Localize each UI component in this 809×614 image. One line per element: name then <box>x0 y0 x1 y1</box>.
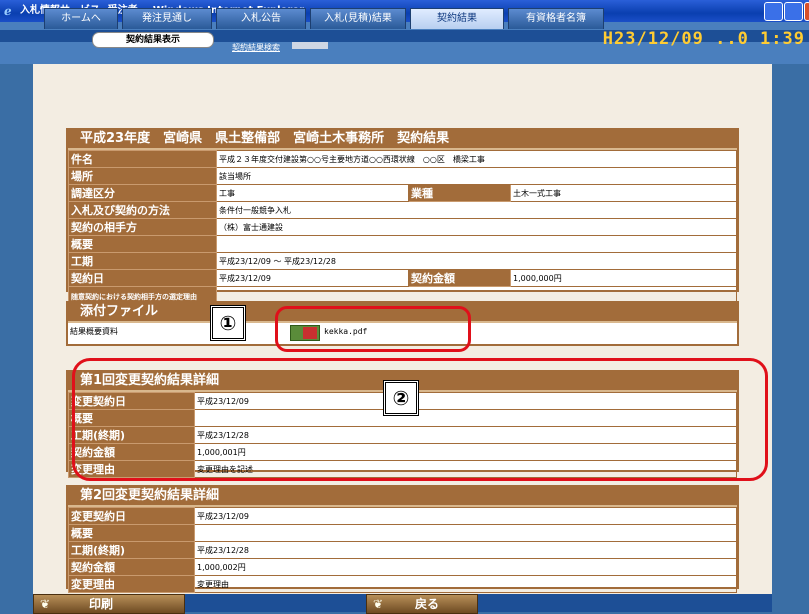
row-label: 調達区分 <box>68 184 217 202</box>
row-label: 場所 <box>68 167 217 185</box>
row-value: 変更理由 <box>194 575 737 593</box>
maximize-button[interactable] <box>784 2 803 21</box>
minimize-button[interactable] <box>764 2 783 21</box>
row-label: 工期(終期) <box>68 541 195 559</box>
close-button[interactable] <box>804 2 809 21</box>
row-label: 概要 <box>68 235 217 253</box>
attachment-label: 結果概要資料 <box>70 327 118 336</box>
table-row: 入札及び契約の方法 条件付一般競争入札 <box>68 201 737 219</box>
row-value <box>216 235 737 253</box>
tab-bid-results[interactable]: 入札(見積)結果 <box>310 8 406 29</box>
table-row: 変更理由 変更理由 <box>68 575 737 593</box>
table-row: 件名 平成２３年度交付建設第○○号主要地方道○○西環状線 ○○区 橋梁工事 <box>68 150 737 168</box>
leaf-icon: ❦ <box>373 597 384 611</box>
row-label: 変更理由 <box>68 575 195 593</box>
back-button[interactable]: ❦ 戻る <box>366 594 478 614</box>
right-edge <box>772 64 809 612</box>
row-value: 条件付一般競争入札 <box>216 201 737 219</box>
row-value: （株）富士通建設 <box>216 218 737 236</box>
row-label: 業種 <box>408 184 511 202</box>
contract-search-link[interactable]: 契約結果検索 <box>232 42 280 53</box>
table-row: 契約金額 1,000,002円 <box>68 558 737 576</box>
leaf-icon: ❦ <box>40 597 51 611</box>
change2-table: 変更契約日 平成23/12/09 概要 工期(終期) 平成23/12/28 契約金額… <box>68 507 737 593</box>
table-row: 変更契約日 平成23/12/09 <box>68 507 737 525</box>
row-label: 変更契約日 <box>68 507 195 525</box>
contract-header: 平成23年度 宮崎県 県土整備部 宮崎土木事務所 契約結果 <box>68 130 737 150</box>
row-value: 1,000,002円 <box>194 558 737 576</box>
row-label: 契約金額 <box>68 558 195 576</box>
clock-display: H23/12/09 ..0 1:39 <box>602 29 805 49</box>
row-label: 件名 <box>68 150 217 168</box>
row-value: 平成23/12/28 <box>194 541 737 559</box>
left-edge <box>0 64 33 612</box>
ie-icon: ℯ <box>4 4 12 18</box>
row-value: 該当場所 <box>216 167 737 185</box>
tab-notice[interactable]: 入札公告 <box>216 8 306 29</box>
callout-two: ② <box>383 380 419 416</box>
print-button[interactable]: ❦ 印刷 <box>33 594 185 614</box>
table-row: 契約日 平成23/12/09 契約金額 1,000,000円 <box>68 269 737 287</box>
table-row: 工期(終期) 平成23/12/28 <box>68 541 737 559</box>
tab-qualified-list[interactable]: 有資格者名簿 <box>508 8 604 29</box>
row-value: 平成23/12/09 ～ 平成23/12/28 <box>216 252 737 270</box>
tab-forecast[interactable]: 発注見通し <box>122 8 212 29</box>
row-label: 契約の相手方 <box>68 218 217 236</box>
row-value: 平成23/12/09 <box>194 507 737 525</box>
row-label: 契約日 <box>68 269 217 287</box>
row-label: 入札及び契約の方法 <box>68 201 217 219</box>
table-row: 場所 該当場所 <box>68 167 737 185</box>
tab-home[interactable]: ホームへ <box>44 8 118 29</box>
row-value: 1,000,000円 <box>510 269 737 287</box>
highlight-ring-change1 <box>72 358 768 481</box>
row-value <box>194 524 737 542</box>
row-label: 概要 <box>68 524 195 542</box>
row-value: 平成２３年度交付建設第○○号主要地方道○○西環状線 ○○区 橋梁工事 <box>216 150 737 168</box>
row-value: 土木一式工事 <box>510 184 737 202</box>
table-row: 調達区分 工事 業種 土木一式工事 <box>68 184 737 202</box>
row-value: 平成23/12/09 <box>216 269 409 287</box>
row-label: 工期 <box>68 252 217 270</box>
highlight-ring-attachment <box>275 306 471 352</box>
tab-contract-results[interactable]: 契約結果 <box>410 8 504 29</box>
table-row: 契約の相手方 （株）富士通建設 <box>68 218 737 236</box>
callout-one: ① <box>210 305 246 341</box>
row-label: 契約金額 <box>408 269 511 287</box>
contract-table: 件名 平成２３年度交付建設第○○号主要地方道○○西環状線 ○○区 橋梁工事 場所… <box>68 150 737 307</box>
row-value: 工事 <box>216 184 409 202</box>
table-row: 概要 <box>68 235 737 253</box>
table-row: 概要 <box>68 524 737 542</box>
change2-panel: 第2回変更契約結果詳細 変更契約日 平成23/12/09 概要 工期(終期) 平成2… <box>66 485 739 593</box>
change2-header: 第2回変更契約結果詳細 <box>68 487 737 507</box>
search-link-bar <box>292 42 328 49</box>
contract-result-panel: 平成23年度 宮崎県 県土整備部 宮崎土木事務所 契約結果 件名 平成２３年度交… <box>66 128 739 307</box>
contract-result-display-pill[interactable]: 契約結果表示 <box>92 32 214 48</box>
table-row: 工期 平成23/12/09 ～ 平成23/12/28 <box>68 252 737 270</box>
